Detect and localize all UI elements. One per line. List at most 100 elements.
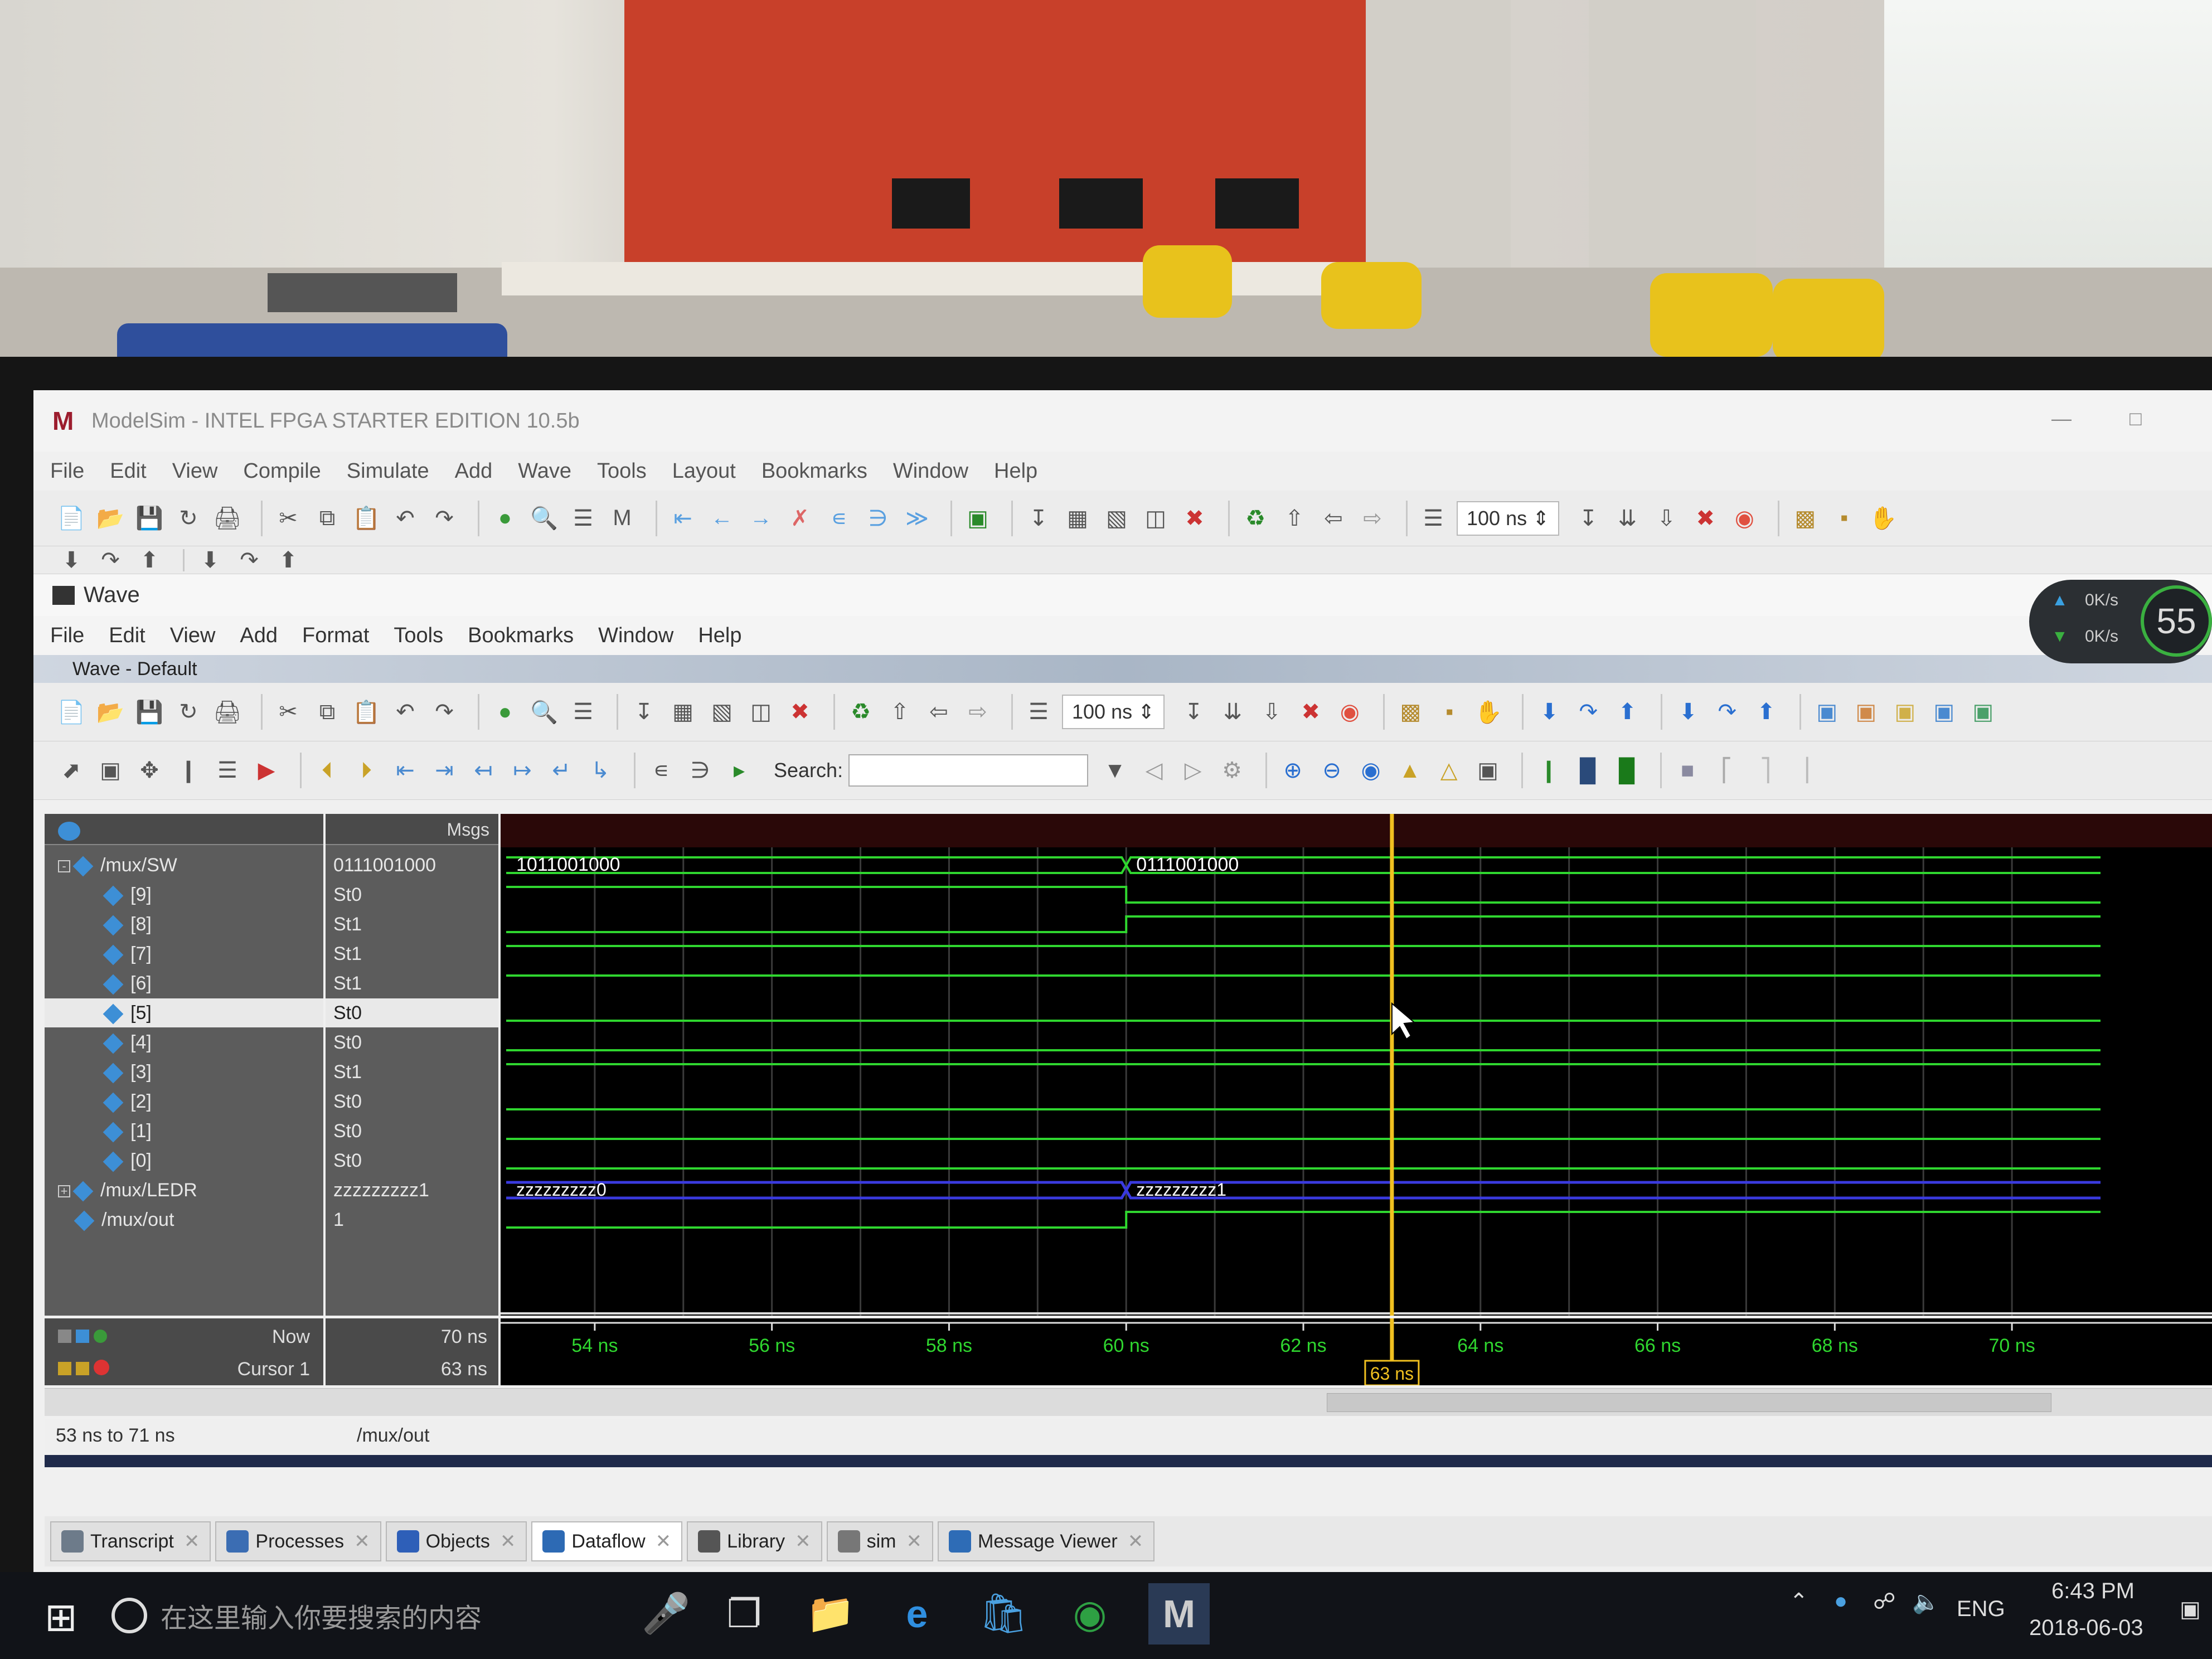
edge-tool2-icon[interactable]: ⎤ <box>1750 755 1781 786</box>
menu-layout[interactable]: Layout <box>672 459 736 483</box>
memory-icon[interactable]: ▪ <box>1828 503 1860 534</box>
compile-icon[interactable]: ● <box>489 696 521 727</box>
delete-icon[interactable]: ✖ <box>784 696 816 727</box>
copy-icon[interactable]: ⧉ <box>312 696 343 727</box>
zoom-in-icon[interactable]: ⊕ <box>1277 755 1308 786</box>
menu-view[interactable]: View <box>172 459 218 483</box>
step-icon[interactable]: ⬇ <box>1534 696 1565 727</box>
edge-browser-icon[interactable]: e <box>886 1583 948 1645</box>
minimize-button[interactable]: — <box>2051 407 2072 430</box>
step-down-icon[interactable]: ⬇ <box>1672 696 1704 727</box>
new-file-icon[interactable]: 📄 <box>56 503 87 534</box>
cortana-icon[interactable] <box>111 1598 147 1633</box>
layout2-icon[interactable]: ▣ <box>1850 696 1881 727</box>
step-down-icon[interactable]: ⬇ <box>195 548 226 573</box>
search-dropdown-icon[interactable]: ▼ <box>1099 755 1131 786</box>
stop-square-icon[interactable]: ■ <box>1672 755 1703 786</box>
undo-icon[interactable]: ↶ <box>390 696 421 727</box>
cut-icon[interactable]: ✂ <box>273 696 304 727</box>
close-icon[interactable]: ✕ <box>906 1530 923 1553</box>
continue-icon[interactable]: ⇊ <box>1612 503 1643 534</box>
signal-name-row[interactable]: [9] <box>45 880 323 909</box>
redo-icon[interactable]: ↷ <box>429 696 460 727</box>
reload-icon[interactable]: ↻ <box>173 696 204 727</box>
menu-bookmarks[interactable]: Bookmarks <box>761 459 867 483</box>
checkpoint-icon[interactable]: ▦ <box>1062 503 1093 534</box>
falling-edge-icon[interactable]: ⏵ <box>351 755 382 786</box>
wave-menu-edit[interactable]: Edit <box>109 624 145 648</box>
tab-transcript[interactable]: Transcript ✕ <box>50 1521 211 1561</box>
signal-name-row[interactable]: [2] <box>45 1087 323 1116</box>
next-edge-icon[interactable]: ↦ <box>507 755 538 786</box>
run-icon[interactable]: ↧ <box>1178 696 1209 727</box>
waveform-canvas[interactable]: 1011001000 0111001000 zzzzzzzzz0 zzzzzzzzz1 <box>501 814 2212 1316</box>
menu-wave[interactable]: Wave <box>518 459 571 483</box>
right-arrow-icon[interactable]: ⇨ <box>1357 503 1388 534</box>
run-length-input[interactable]: 100 ns ⇕ <box>1457 501 1560 536</box>
step-over2-icon[interactable]: ↷ <box>234 548 265 573</box>
quartus-icon[interactable]: ◉ <box>1059 1583 1120 1645</box>
signal-name-row[interactable]: [6] <box>45 969 323 998</box>
signal-name-row[interactable]: [0] <box>45 1146 323 1175</box>
up-arrow-icon[interactable]: ⇧ <box>1279 503 1310 534</box>
insert-cursor-icon[interactable]: ❙ <box>173 755 204 786</box>
maximize-button[interactable]: □ <box>2129 407 2142 430</box>
layout-icon[interactable]: ▣ <box>1811 696 1842 727</box>
menu-help[interactable]: Help <box>994 459 1037 483</box>
wave-merge-icon[interactable]: ∋ <box>862 503 894 534</box>
undo-icon[interactable]: ↶ <box>390 503 421 534</box>
modelsim-m-icon[interactable]: M <box>607 503 638 534</box>
close-icon[interactable]: ✕ <box>795 1530 811 1553</box>
right-arrow-icon[interactable]: ⇨ <box>962 696 993 727</box>
list-icon[interactable]: ☰ <box>567 503 599 534</box>
step-in-icon[interactable]: ⇤ <box>667 503 698 534</box>
wave-menu-bookmarks[interactable]: Bookmarks <box>468 624 574 648</box>
reload-icon[interactable]: ↻ <box>173 503 204 534</box>
delete-icon[interactable]: ✖ <box>1179 503 1210 534</box>
tab-processes[interactable]: Processes ✕ <box>215 1521 381 1561</box>
menu-tools[interactable]: Tools <box>597 459 647 483</box>
wave-menu-file[interactable]: File <box>50 624 84 648</box>
performance-icon[interactable]: ▩ <box>1395 696 1426 727</box>
windows-start-icon[interactable]: ⊞ <box>45 1594 77 1640</box>
break-icon[interactable]: ✖ <box>1295 696 1326 727</box>
wave-run-length-input[interactable]: 100 ns ⇕ <box>1062 695 1165 729</box>
compile-icon[interactable]: ● <box>489 503 521 534</box>
stop-icon[interactable]: ◉ <box>1334 696 1365 727</box>
grid-icon[interactable]: ▧ <box>706 696 738 727</box>
close-icon[interactable]: ✕ <box>500 1530 516 1553</box>
cursor-green-icon[interactable]: █ <box>1611 755 1642 786</box>
step-icon[interactable]: ⬇ <box>56 548 87 573</box>
close-icon[interactable]: ✕ <box>184 1530 200 1553</box>
collapse-icon[interactable]: - <box>58 860 70 873</box>
search-prev-icon[interactable]: ◁ <box>1138 755 1170 786</box>
signal-name-row[interactable]: [8] <box>45 910 323 939</box>
expand-icon[interactable]: + <box>58 1185 70 1198</box>
store-icon[interactable]: 🛍 <box>973 1583 1034 1645</box>
zoom-range-icon[interactable]: △ <box>1433 755 1464 786</box>
edge-tool-icon[interactable]: ⎡ <box>1711 755 1742 786</box>
prev-edge-icon[interactable]: ↤ <box>468 755 499 786</box>
zoom-out-icon[interactable]: ⊖ <box>1316 755 1347 786</box>
menu-compile[interactable]: Compile <box>243 459 321 483</box>
continue-icon[interactable]: ⇊ <box>1217 696 1248 727</box>
step-forward-icon[interactable]: → <box>745 503 777 534</box>
print-icon[interactable]: 🖨 <box>212 696 243 727</box>
scrollbar-thumb[interactable] <box>1327 1393 2051 1412</box>
save-icon[interactable]: 💾 <box>134 503 165 534</box>
tab-sim[interactable]: sim ✕ <box>826 1521 933 1561</box>
left-arrow-icon[interactable]: ⇦ <box>1318 503 1349 534</box>
zoom-mode-icon[interactable]: ▣ <box>95 755 126 786</box>
divider-icon[interactable]: ▸ <box>724 755 755 786</box>
redo-icon[interactable]: ↷ <box>429 503 460 534</box>
print-icon[interactable]: 🖨 <box>212 503 243 534</box>
horizontal-scrollbar[interactable] <box>45 1388 2212 1416</box>
cursor-1-value[interactable]: 63 ns <box>441 1353 487 1385</box>
grid-icon[interactable]: ▧ <box>1101 503 1132 534</box>
save-icon[interactable]: 💾 <box>134 696 165 727</box>
menu-add[interactable]: Add <box>455 459 493 483</box>
restart-icon[interactable]: ♻ <box>845 696 876 727</box>
step-over-icon[interactable]: ↷ <box>1573 696 1604 727</box>
import-icon[interactable]: ↧ <box>1023 503 1054 534</box>
play-icon[interactable]: ▶ <box>251 755 282 786</box>
